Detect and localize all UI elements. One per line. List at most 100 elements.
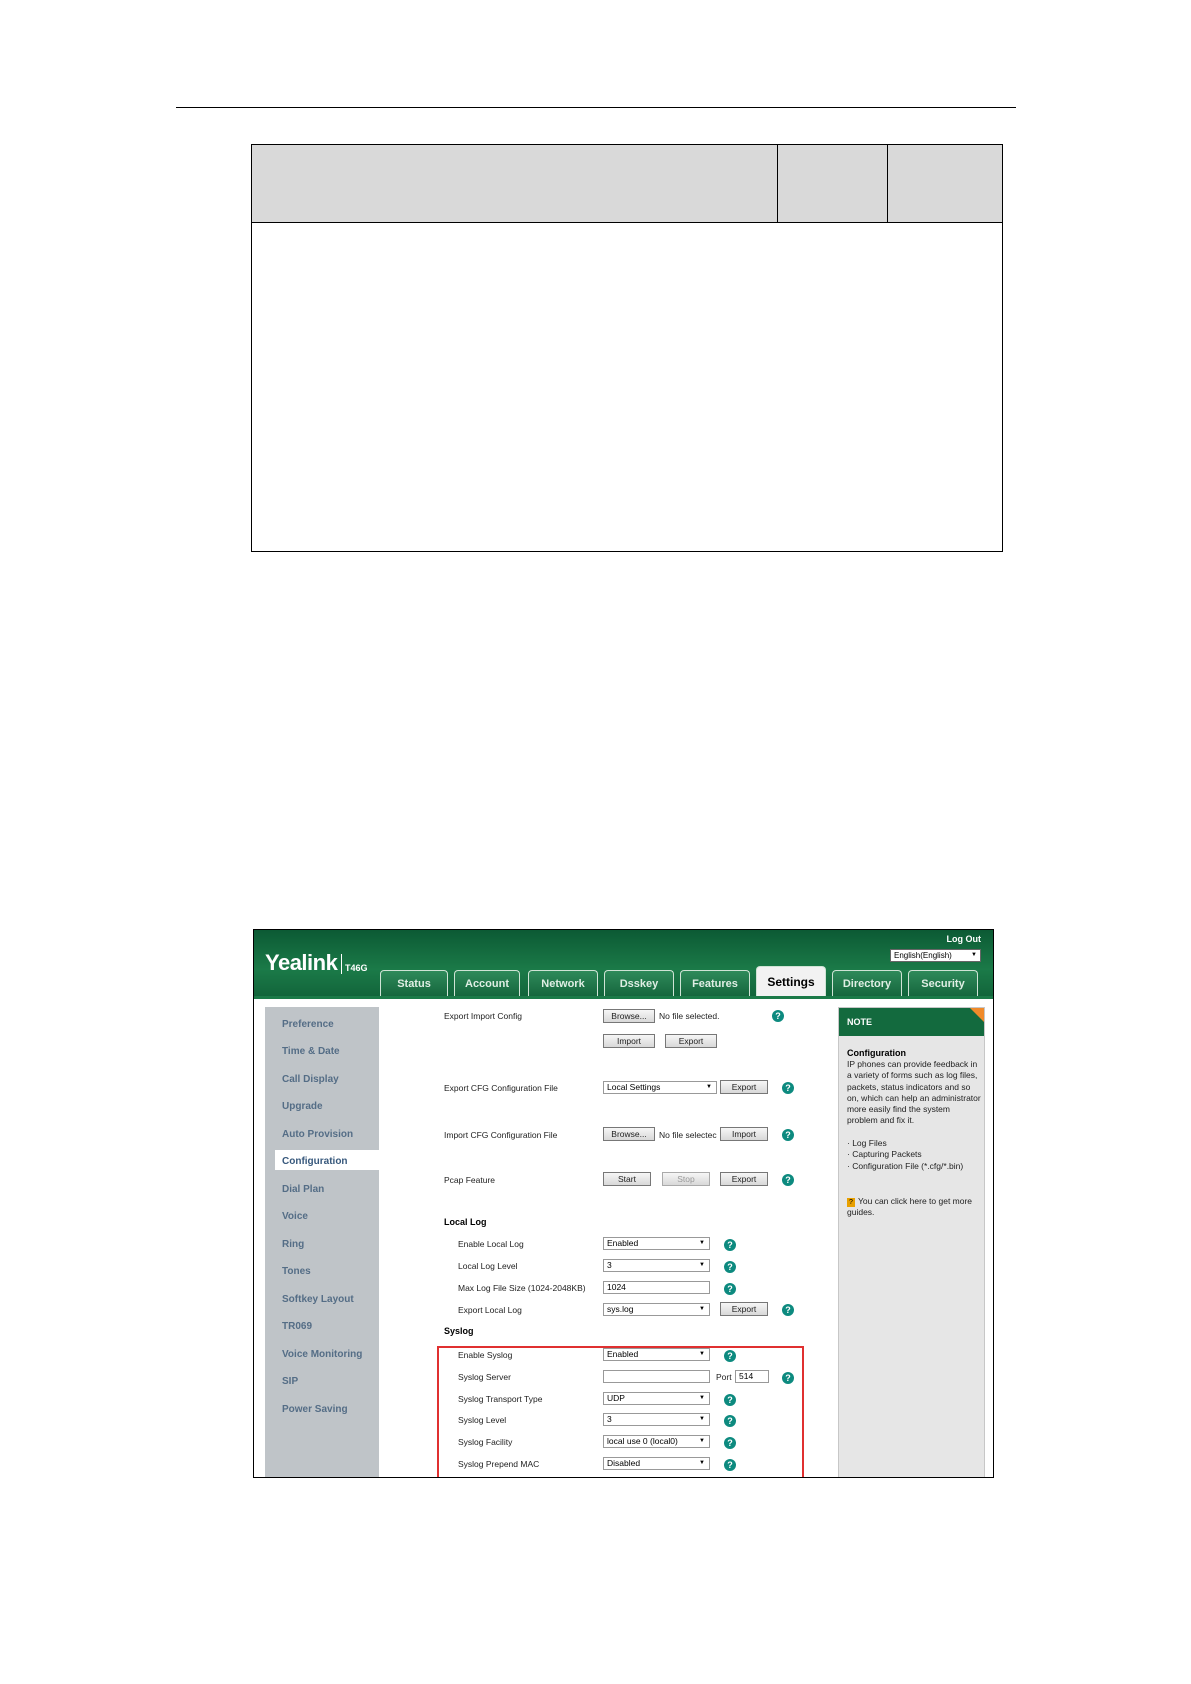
sidebar-item-tr069[interactable]: TR069 <box>282 1321 312 1332</box>
export-cfg-label: Export CFG Configuration File <box>444 1083 558 1093</box>
export-local-log-button[interactable]: Export <box>720 1302 768 1316</box>
sidebar-item-dial-plan[interactable]: Dial Plan <box>282 1184 324 1195</box>
note-header: NOTE <box>839 1008 984 1036</box>
enable-local-log-label: Enable Local Log <box>458 1239 524 1249</box>
help-icon[interactable]: ? <box>724 1394 736 1406</box>
help-icon[interactable]: ? <box>724 1437 736 1449</box>
help-icon[interactable]: ? <box>724 1459 736 1471</box>
syslog-transport-label: Syslog Transport Type <box>458 1394 543 1404</box>
help-icon[interactable]: ? <box>782 1129 794 1141</box>
table-column-divider <box>887 145 888 222</box>
import-config-button[interactable]: Import <box>603 1034 655 1048</box>
help-icon[interactable]: ? <box>724 1350 736 1362</box>
note-guide-link[interactable]: ? You can click here to get more guides. <box>847 1196 981 1219</box>
export-cfg-select[interactable]: Local Settings ▼ <box>603 1081 717 1094</box>
syslog-port-input[interactable]: 514 <box>735 1370 769 1383</box>
syslog-facility-select[interactable]: local use 0 (local0) ▼ <box>603 1435 710 1448</box>
browse-cfg-button[interactable]: Browse... <box>603 1127 655 1141</box>
list-item: · Capturing Packets <box>847 1149 922 1160</box>
export-local-log-select[interactable]: sys.log ▼ <box>603 1303 710 1316</box>
help-icon[interactable]: ? <box>782 1372 794 1384</box>
port-label: Port <box>716 1372 732 1382</box>
tab-account[interactable]: Account <box>454 970 520 996</box>
note-corner-icon <box>970 1008 984 1022</box>
syslog-facility-label: Syslog Facility <box>458 1437 513 1447</box>
local-log-level-label: Local Log Level <box>458 1261 518 1271</box>
help-icon[interactable]: ? <box>782 1304 794 1316</box>
syslog-prepend-mac-label: Syslog Prepend MAC <box>458 1459 540 1469</box>
help-icon[interactable]: ? <box>724 1415 736 1427</box>
import-cfg-button[interactable]: Import <box>720 1127 768 1141</box>
enable-syslog-select[interactable]: Enabled ▼ <box>603 1348 710 1361</box>
sidebar-item-voice[interactable]: Voice <box>282 1211 308 1222</box>
help-icon[interactable]: ? <box>724 1283 736 1295</box>
syslog-prepend-mac-select[interactable]: Disabled ▼ <box>603 1457 710 1470</box>
no-file-text: No file selected. <box>659 1011 720 1021</box>
pcap-stop-button[interactable]: Stop <box>662 1172 710 1186</box>
dropdown-arrow-icon: ▼ <box>699 1395 705 1401</box>
sidebar-item-softkey-layout[interactable]: Softkey Layout <box>282 1294 354 1305</box>
syslog-server-input[interactable] <box>603 1370 710 1383</box>
table-header-row <box>252 145 1002 223</box>
syslog-level-label: Syslog Level <box>458 1415 507 1425</box>
sidebar-item-ring[interactable]: Ring <box>282 1239 304 1250</box>
logo-separator <box>341 954 342 974</box>
sidebar-item-upgrade[interactable]: Upgrade <box>282 1101 323 1112</box>
list-item: · Log Files <box>847 1138 887 1148</box>
tab-settings[interactable]: Settings <box>756 966 826 996</box>
document-table <box>251 144 1003 552</box>
sidebar-item-power-saving[interactable]: Power Saving <box>282 1404 348 1415</box>
pcap-export-button[interactable]: Export <box>720 1172 768 1186</box>
sidebar-item-auto-provision[interactable]: Auto Provision <box>282 1129 353 1140</box>
dropdown-arrow-icon: ▼ <box>699 1240 705 1246</box>
header-rule <box>176 107 1016 108</box>
sidebar-item-tones[interactable]: Tones <box>282 1266 311 1277</box>
tab-features[interactable]: Features <box>680 970 750 996</box>
language-select[interactable]: English(English) ▼ <box>890 949 981 962</box>
export-import-config-label: Export Import Config <box>444 1011 522 1021</box>
dropdown-arrow-icon: ▼ <box>699 1416 705 1422</box>
dropdown-arrow-icon: ▼ <box>699 1460 705 1466</box>
top-header: Yealink T46G Log Out English(English) ▼ S… <box>254 930 993 996</box>
sidebar-item-call-display[interactable]: Call Display <box>282 1074 339 1085</box>
list-item: · Configuration File (*.cfg/*.bin) <box>847 1160 964 1171</box>
max-log-size-input[interactable]: 1024 <box>603 1281 710 1294</box>
syslog-server-label: Syslog Server <box>458 1372 511 1382</box>
export-config-button[interactable]: Export <box>665 1034 717 1048</box>
sidebar-item-sip[interactable]: SIP <box>282 1376 298 1387</box>
syslog-level-select[interactable]: 3 ▼ <box>603 1413 710 1426</box>
help-icon[interactable]: ? <box>782 1174 794 1186</box>
enable-local-log-select[interactable]: Enabled ▼ <box>603 1237 710 1250</box>
sidebar-item-configuration[interactable]: Configuration <box>282 1156 348 1167</box>
device-model: T46G <box>345 963 368 973</box>
help-icon[interactable]: ? <box>772 1010 784 1022</box>
tab-status[interactable]: Status <box>380 970 448 996</box>
tab-security[interactable]: Security <box>908 970 978 996</box>
tab-network[interactable]: Network <box>528 970 598 996</box>
local-log-level-select[interactable]: 3 ▼ <box>603 1259 710 1272</box>
tab-dsskey[interactable]: Dsskey <box>604 970 674 996</box>
dropdown-arrow-icon: ▼ <box>699 1262 705 1268</box>
sidebar-item-voice-monitoring[interactable]: Voice Monitoring <box>282 1349 362 1360</box>
table-body <box>252 223 1002 551</box>
tab-directory[interactable]: Directory <box>832 970 902 996</box>
help-icon[interactable]: ? <box>724 1261 736 1273</box>
sidebar-item-preference[interactable]: Preference <box>282 1019 334 1030</box>
no-file-text: No file selectec <box>659 1130 717 1140</box>
dropdown-arrow-icon: ▼ <box>699 1351 705 1357</box>
export-cfg-button[interactable]: Export <box>720 1080 768 1094</box>
note-title: Configuration <box>847 1048 906 1058</box>
syslog-transport-select[interactable]: UDP ▼ <box>603 1392 710 1405</box>
enable-syslog-label: Enable Syslog <box>458 1350 513 1360</box>
sidebar-item-time-date[interactable]: Time & Date <box>282 1046 340 1057</box>
help-icon[interactable]: ? <box>724 1239 736 1251</box>
pcap-start-button[interactable]: Start <box>603 1172 651 1186</box>
dropdown-arrow-icon: ▼ <box>699 1438 705 1444</box>
browse-button[interactable]: Browse... <box>603 1009 655 1023</box>
dropdown-arrow-icon: ▼ <box>706 1084 712 1090</box>
help-icon[interactable]: ? <box>782 1082 794 1094</box>
logout-link[interactable]: Log Out <box>947 934 982 944</box>
note-panel: NOTE Configuration IP phones can provide… <box>838 1007 985 1477</box>
max-log-size-label: Max Log File Size (1024-2048KB) <box>458 1283 586 1293</box>
main-area: Preference Time & Date Call Display Upgr… <box>254 996 993 1477</box>
